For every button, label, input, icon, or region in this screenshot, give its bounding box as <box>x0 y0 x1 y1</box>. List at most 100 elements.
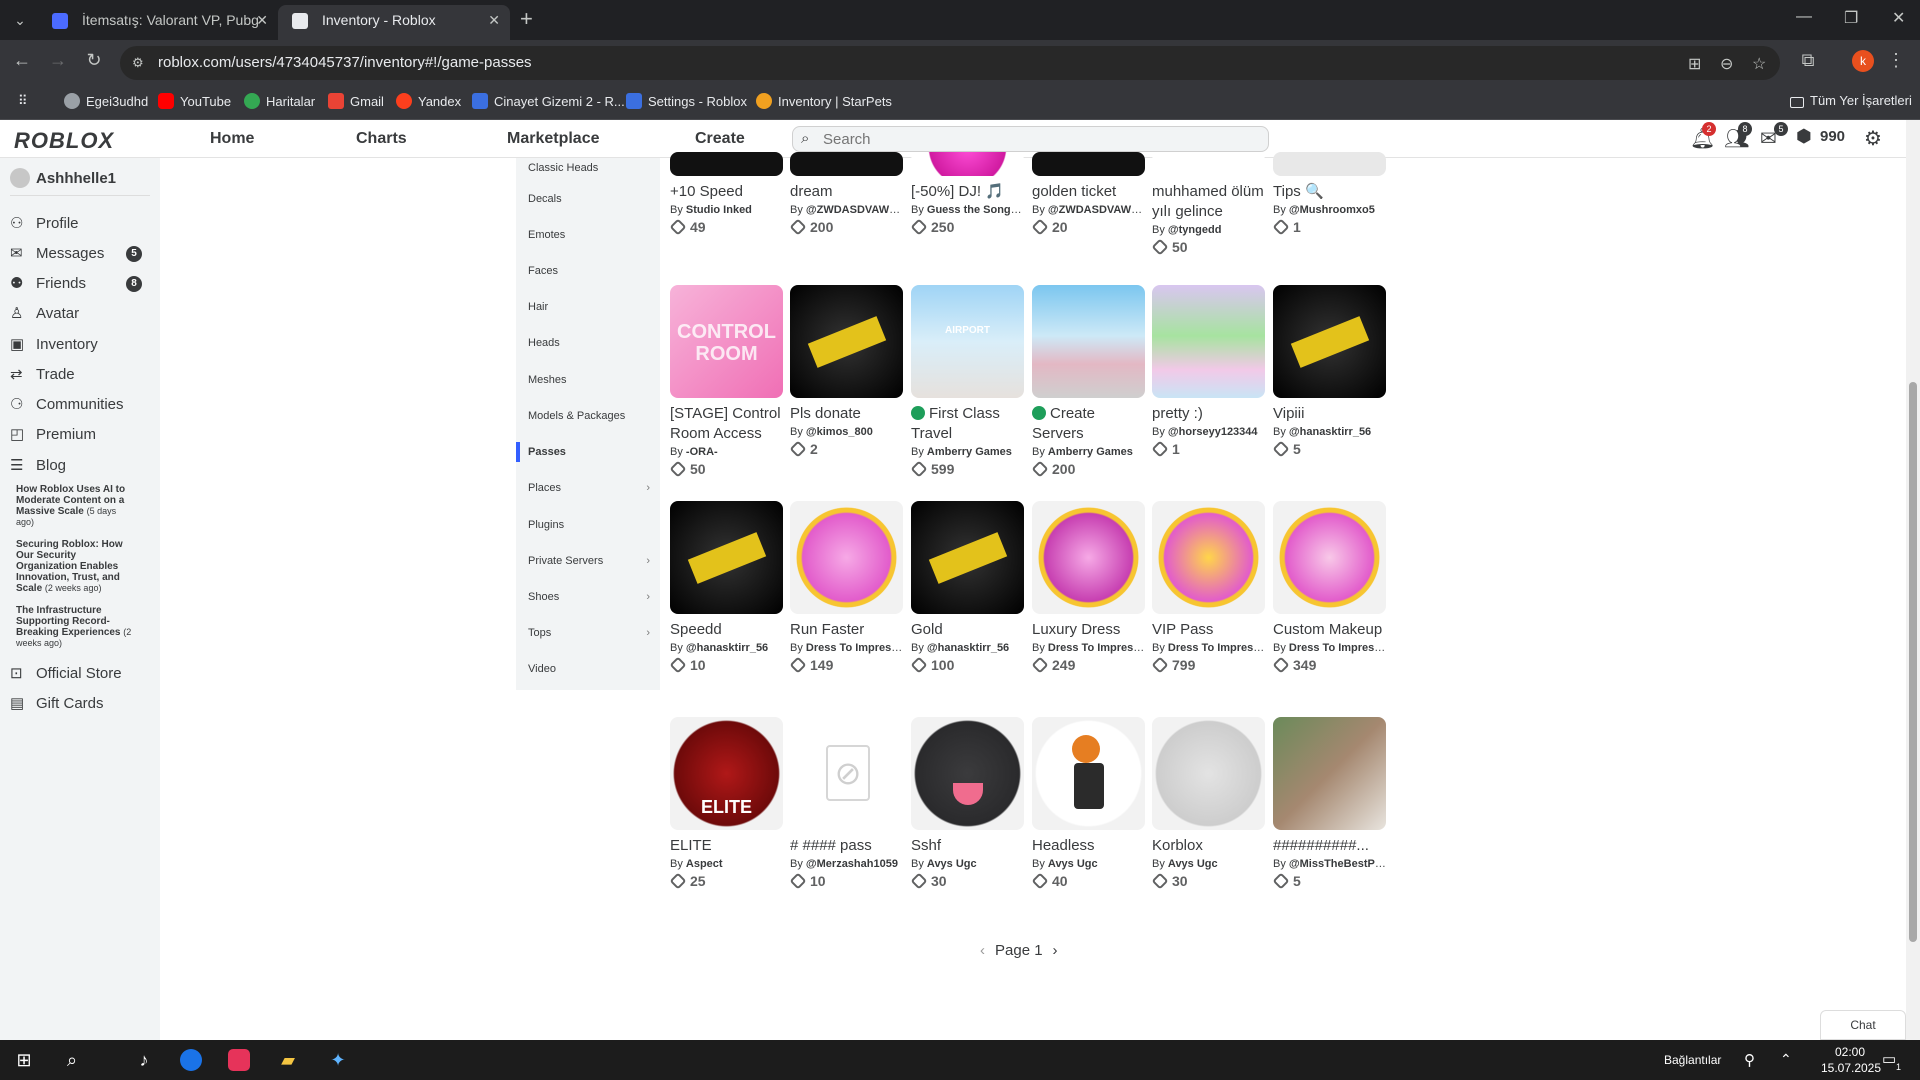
bookmark-item[interactable]: Egei3udhd <box>64 93 148 109</box>
pass-card[interactable]: Luxury Dress By Dress To Impress ... 249 <box>1031 501 1145 674</box>
tab-search-icon[interactable]: ⌄ <box>8 8 32 32</box>
category-classic-heads[interactable]: Classic Heads <box>524 158 660 178</box>
pass-thumbnail[interactable] <box>1273 717 1386 830</box>
sidebar-item-blog[interactable]: ☰ Blog <box>10 456 150 474</box>
page-scrollbar[interactable] <box>1906 120 1920 1040</box>
nav-charts[interactable]: Charts <box>356 130 407 148</box>
pass-card[interactable]: VIP Pass By Dress To Impress ... 799 <box>1151 501 1265 674</box>
pass-thumbnail[interactable] <box>911 152 1024 176</box>
pass-name[interactable]: [STAGE] Control Room Access <box>670 404 783 444</box>
pass-card[interactable]: dream By @ZWDASDVAWG... 200 <box>789 152 903 236</box>
category-video[interactable]: Video <box>524 659 660 679</box>
pass-thumbnail[interactable] <box>790 152 903 176</box>
pass-thumbnail[interactable] <box>1032 717 1145 830</box>
extensions-icon[interactable]: ⧉ <box>1796 50 1820 71</box>
pass-name[interactable]: Create Servers <box>1032 404 1145 444</box>
pass-thumbnail[interactable] <box>670 501 783 614</box>
forward-icon[interactable]: → <box>46 50 70 71</box>
pass-name[interactable]: Gold <box>911 620 1024 640</box>
bookmark-item[interactable]: Haritalar <box>244 93 315 109</box>
pass-name[interactable]: Run Faster <box>790 620 903 640</box>
search-input[interactable]: ⌕ Search <box>792 126 1269 152</box>
sidebar-item-official-store[interactable]: ⊡ Official Store <box>10 664 150 682</box>
pass-card[interactable]: AIRPORT First Class Travel By Amberry Ga… <box>910 285 1024 478</box>
pass-name[interactable]: dream <box>790 182 903 202</box>
pass-card[interactable]: Gold By @hanasktirr_56 100 <box>910 501 1024 674</box>
apps-icon[interactable]: ⠿ <box>18 93 28 109</box>
pass-thumbnail[interactable] <box>911 501 1024 614</box>
category-emotes[interactable]: Emotes <box>524 225 660 245</box>
profile-avatar[interactable]: k <box>1852 50 1874 72</box>
pass-card[interactable]: Create Servers By Amberry Games 200 <box>1031 285 1145 478</box>
category-meshes[interactable]: Meshes <box>524 370 660 390</box>
sidebar-item-premium[interactable]: ◰ Premium <box>10 425 150 443</box>
tiktok-icon[interactable]: ♪ <box>132 1048 156 1072</box>
pass-name[interactable]: ELITE <box>670 836 783 856</box>
bookmark-item[interactable]: Cinayet Gizemi 2 - R... <box>472 93 625 109</box>
pass-thumbnail[interactable] <box>1152 501 1265 614</box>
pass-thumbnail[interactable] <box>1273 152 1386 176</box>
pass-thumbnail[interactable] <box>1152 717 1265 830</box>
sidebar-username[interactable]: Ashhhelle1 <box>10 168 116 188</box>
pass-name[interactable]: muhhamed ölüm yılı gelince <box>1152 182 1265 222</box>
pass-thumbnail[interactable]: CONTROL ROOM <box>670 285 783 398</box>
pass-card[interactable]: Vipiii By @hanasktirr_56 5 <box>1272 285 1386 458</box>
pass-thumbnail[interactable] <box>1152 285 1265 398</box>
blog-post-link[interactable]: How Roblox Uses AI to Moderate Content o… <box>16 484 136 528</box>
nav-marketplace[interactable]: Marketplace <box>507 130 600 148</box>
new-tab-icon[interactable]: + <box>520 6 533 32</box>
category-tops[interactable]: Tops › <box>524 623 660 643</box>
sidebar-item-avatar[interactable]: ♙ Avatar <box>10 304 150 322</box>
pass-name[interactable]: # #### pass <box>790 836 903 856</box>
pass-card[interactable]: Pls donate By @kimos_800 2 <box>789 285 903 458</box>
address-bar[interactable]: ⚙ roblox.com/users/4734045737/inventory#… <box>120 46 1780 80</box>
restore-icon[interactable]: ❐ <box>1844 8 1858 28</box>
pass-card[interactable]: Sshf By Avys Ugc 30 <box>910 717 1024 890</box>
settings-gear-icon[interactable]: ⚙ <box>1864 126 1882 151</box>
sidebar-item-profile[interactable]: ⚇ Profile <box>10 214 150 232</box>
pass-thumbnail[interactable] <box>1032 501 1145 614</box>
close-tab-icon[interactable]: ✕ <box>488 5 500 36</box>
pass-card[interactable]: Headless By Avys Ugc 40 <box>1031 717 1145 890</box>
pass-name[interactable]: ##########... <box>1273 836 1386 856</box>
category-private-servers[interactable]: Private Servers › <box>524 551 660 571</box>
pass-thumbnail[interactable]: AIRPORT <box>911 285 1024 398</box>
pass-name[interactable]: Custom Makeup <box>1273 620 1386 640</box>
chat-button[interactable]: Chat <box>1820 1010 1906 1040</box>
pass-card[interactable]: [-50%] DJ! 🎵 By Guess the Song o... 250 <box>910 152 1024 236</box>
pass-thumbnail[interactable] <box>670 152 783 176</box>
next-page-icon[interactable]: › <box>1053 942 1058 959</box>
pass-card[interactable]: Speedd By @hanasktirr_56 10 <box>669 501 783 674</box>
app-icon[interactable]: ✦ <box>326 1048 350 1072</box>
pass-thumbnail[interactable] <box>790 501 903 614</box>
pass-thumbnail[interactable] <box>790 285 903 398</box>
category-decals[interactable]: Decals <box>524 189 660 209</box>
chrome-icon[interactable] <box>180 1049 202 1071</box>
category-faces[interactable]: Faces <box>524 261 660 281</box>
pass-name[interactable]: First Class Travel <box>911 404 1024 444</box>
pass-thumbnail[interactable] <box>1273 285 1386 398</box>
search-icon[interactable]: ⌕ <box>60 1048 84 1072</box>
pass-name[interactable]: Luxury Dress <box>1032 620 1145 640</box>
sidebar-item-trade[interactable]: ⇄ Trade <box>10 365 150 383</box>
file-explorer-icon[interactable]: ▰ <box>276 1048 300 1072</box>
bookmark-item[interactable]: Gmail <box>328 93 384 109</box>
pass-card[interactable]: ELITE ELITE By Aspect 25 <box>669 717 783 890</box>
robux-balance[interactable]: 990 <box>1820 128 1845 145</box>
category-passes[interactable]: Passes <box>516 442 660 462</box>
pass-thumbnail[interactable] <box>1152 152 1265 176</box>
pass-thumbnail[interactable]: ELITE <box>670 717 783 830</box>
sidebar-item-inventory[interactable]: ▣ Inventory <box>10 335 150 353</box>
blog-post-link[interactable]: The Infrastructure Supporting Record-Bre… <box>16 605 136 649</box>
pass-card[interactable]: ##########... By @MissTheBestPla... 5 <box>1272 717 1386 890</box>
pass-name[interactable]: Tips 🔍 <box>1273 182 1386 202</box>
sidebar-item-gift-cards[interactable]: ▤ Gift Cards <box>10 694 150 712</box>
pass-card[interactable]: Run Faster By Dress To Impress ... 149 <box>789 501 903 674</box>
pass-thumbnail[interactable]: ⊘ <box>790 717 903 830</box>
bookmark-item[interactable]: Settings - Roblox <box>626 93 747 109</box>
pass-name[interactable]: Pls donate <box>790 404 903 424</box>
sidebar-item-messages[interactable]: ✉ Messages 5 <box>10 244 150 262</box>
scrollbar-thumb[interactable] <box>1909 382 1917 942</box>
minimize-icon[interactable]: — <box>1796 8 1812 26</box>
sidebar-item-friends[interactable]: ⚉ Friends 8 <box>10 274 150 292</box>
